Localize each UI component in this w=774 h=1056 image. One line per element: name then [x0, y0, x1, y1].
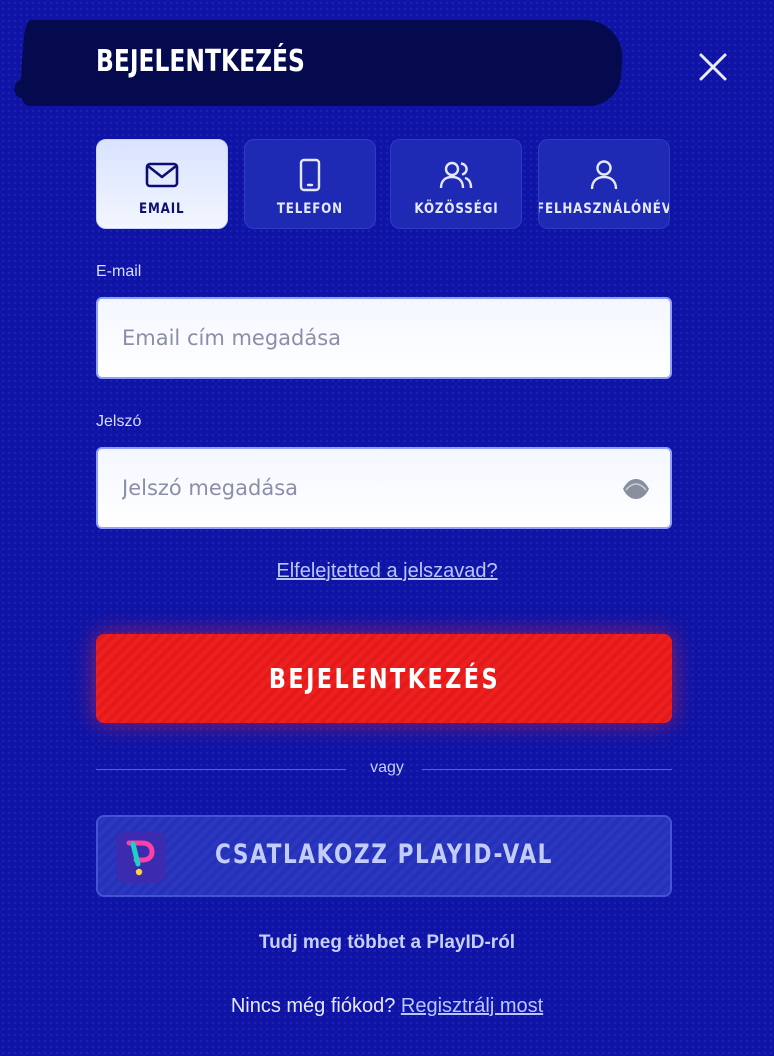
user-icon: [590, 160, 618, 190]
tab-felhasznalonev-label: FELHASZNÁLÓNÉV: [538, 201, 670, 217]
divider-text: vagy: [370, 759, 404, 776]
tab-email[interactable]: EMAIL: [96, 139, 228, 229]
forgot-password-link[interactable]: Elfelejtetted a jelszavad?: [276, 560, 497, 582]
tab-telefon[interactable]: TELEFON: [244, 139, 376, 229]
register-link[interactable]: Regisztrálj most: [401, 995, 543, 1017]
login-method-tabs: EMAIL TELEFON KÖZÖSSÉGI FELHASZNÁLÓNÉV: [96, 139, 672, 229]
learn-more-container: Tudj meg többet a PlayID-ról: [0, 932, 774, 954]
users-icon: [439, 161, 473, 189]
divider-line-right: [422, 769, 672, 770]
mail-icon: [145, 162, 179, 188]
playid-button[interactable]: CSATLAKOZZ PLAYID-VAL: [96, 815, 672, 897]
email-label: E-mail: [96, 263, 142, 280]
close-button[interactable]: [694, 48, 732, 86]
login-button-label: BEJELENTKEZÉS: [268, 662, 500, 695]
email-field-box: [96, 297, 672, 379]
tab-email-label: EMAIL: [139, 201, 185, 217]
tab-kozossegi[interactable]: KÖZÖSSÉGI: [390, 139, 522, 229]
tab-telefon-label: TELEFON: [276, 201, 344, 217]
register-line: Nincs még fiókod? Regisztrálj most: [0, 995, 774, 1018]
tab-kozossegi-label: KÖZÖSSÉGI: [413, 201, 499, 217]
password-field[interactable]: [98, 449, 602, 527]
register-prompt: Nincs még fiókod?: [230, 995, 396, 1017]
tab-felhasznalonev[interactable]: FELHASZNÁLÓNÉV: [538, 139, 670, 229]
learn-more-link[interactable]: Tudj meg többet a PlayID-ról: [259, 932, 515, 953]
password-field-box: [96, 447, 672, 529]
login-button[interactable]: BEJELENTKEZÉS: [96, 634, 672, 723]
eye-icon[interactable]: [622, 477, 650, 501]
password-label: Jelszó: [96, 413, 142, 430]
page-title: BEJELENTKEZÉS: [96, 44, 305, 79]
playid-button-label: CSATLAKOZZ PLAYID-VAL: [214, 839, 554, 870]
forgot-password-container: Elfelejtetted a jelszavad?: [0, 560, 774, 583]
phone-icon: [299, 158, 321, 192]
close-icon: [699, 53, 727, 81]
email-field[interactable]: [98, 299, 602, 377]
